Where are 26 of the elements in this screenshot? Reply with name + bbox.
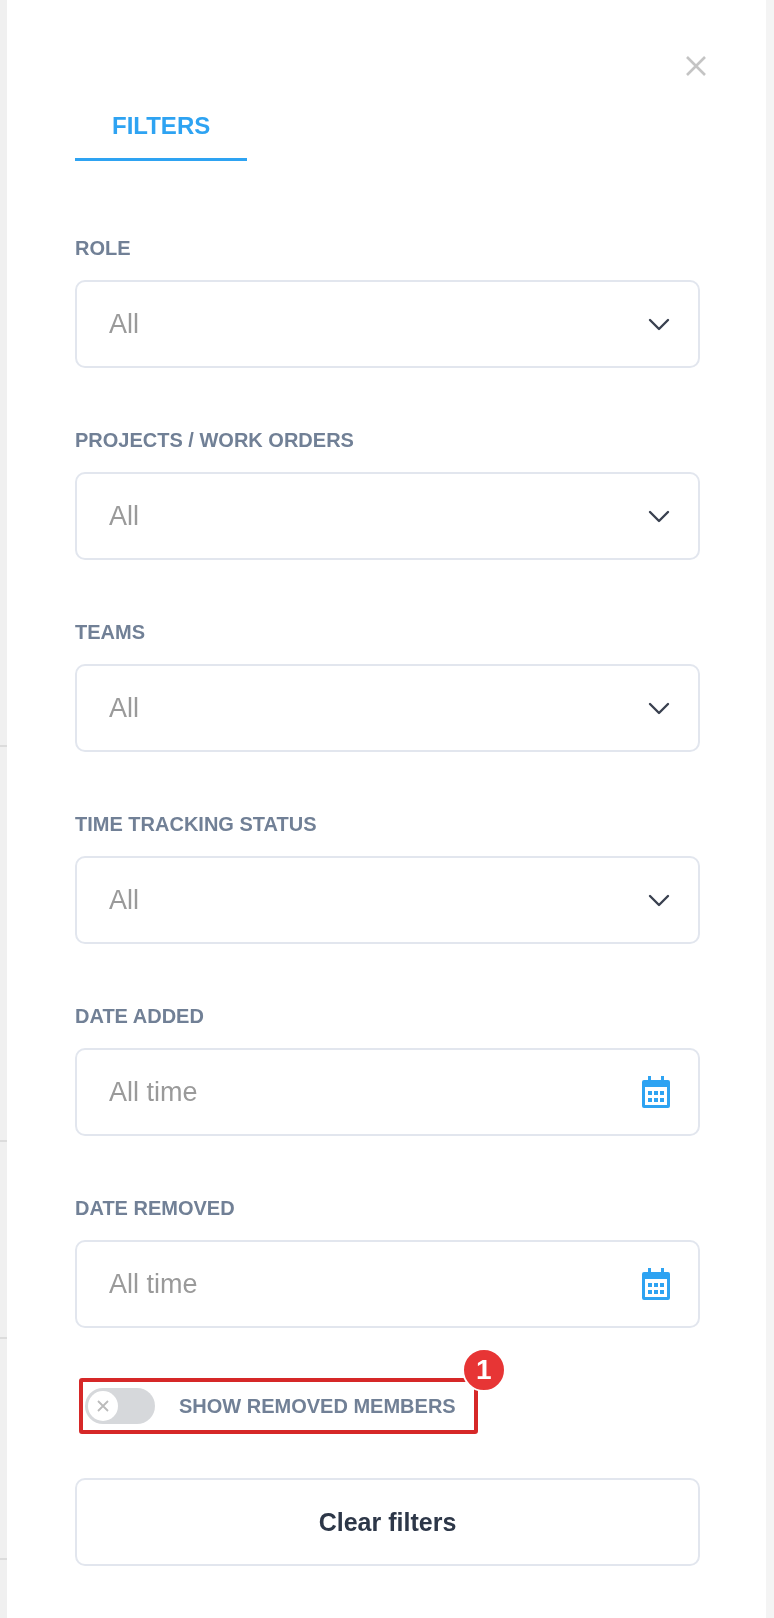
select-field[interactable]: All <box>75 664 700 752</box>
chevron-down-icon <box>648 701 670 715</box>
toggle-label: SHOW REMOVED MEMBERS <box>179 1394 456 1418</box>
select-field[interactable]: All <box>75 472 700 560</box>
filter-label: TEAMS <box>75 621 146 644</box>
chevron-down-icon <box>648 509 670 523</box>
calendar-icon <box>642 1076 670 1108</box>
filter-label: DATE REMOVED <box>75 1197 236 1220</box>
select-field[interactable]: All <box>75 856 700 944</box>
calendar-icon <box>642 1268 670 1300</box>
chevron-down-icon <box>648 317 670 331</box>
filter-label: DATE ADDED <box>75 1005 205 1028</box>
toggle-switch[interactable] <box>85 1388 155 1424</box>
filters-tab[interactable]: FILTERS <box>75 106 248 161</box>
number-badge: 1 <box>461 1348 506 1392</box>
date-field[interactable]: All time <box>75 1240 700 1328</box>
close-button[interactable] <box>684 54 708 78</box>
date-field[interactable]: All time <box>75 1048 700 1136</box>
chevron-down-icon <box>648 893 670 907</box>
select-field[interactable]: All <box>75 280 700 368</box>
clear-filters-button[interactable]: Clear filters <box>75 1478 700 1566</box>
filter-label: PROJECTS / WORK ORDERS <box>75 429 355 452</box>
filter-label: TIME TRACKING STATUS <box>75 813 318 836</box>
close-icon <box>684 54 708 78</box>
filter-label: ROLE <box>75 237 132 260</box>
close-icon <box>95 1398 111 1414</box>
